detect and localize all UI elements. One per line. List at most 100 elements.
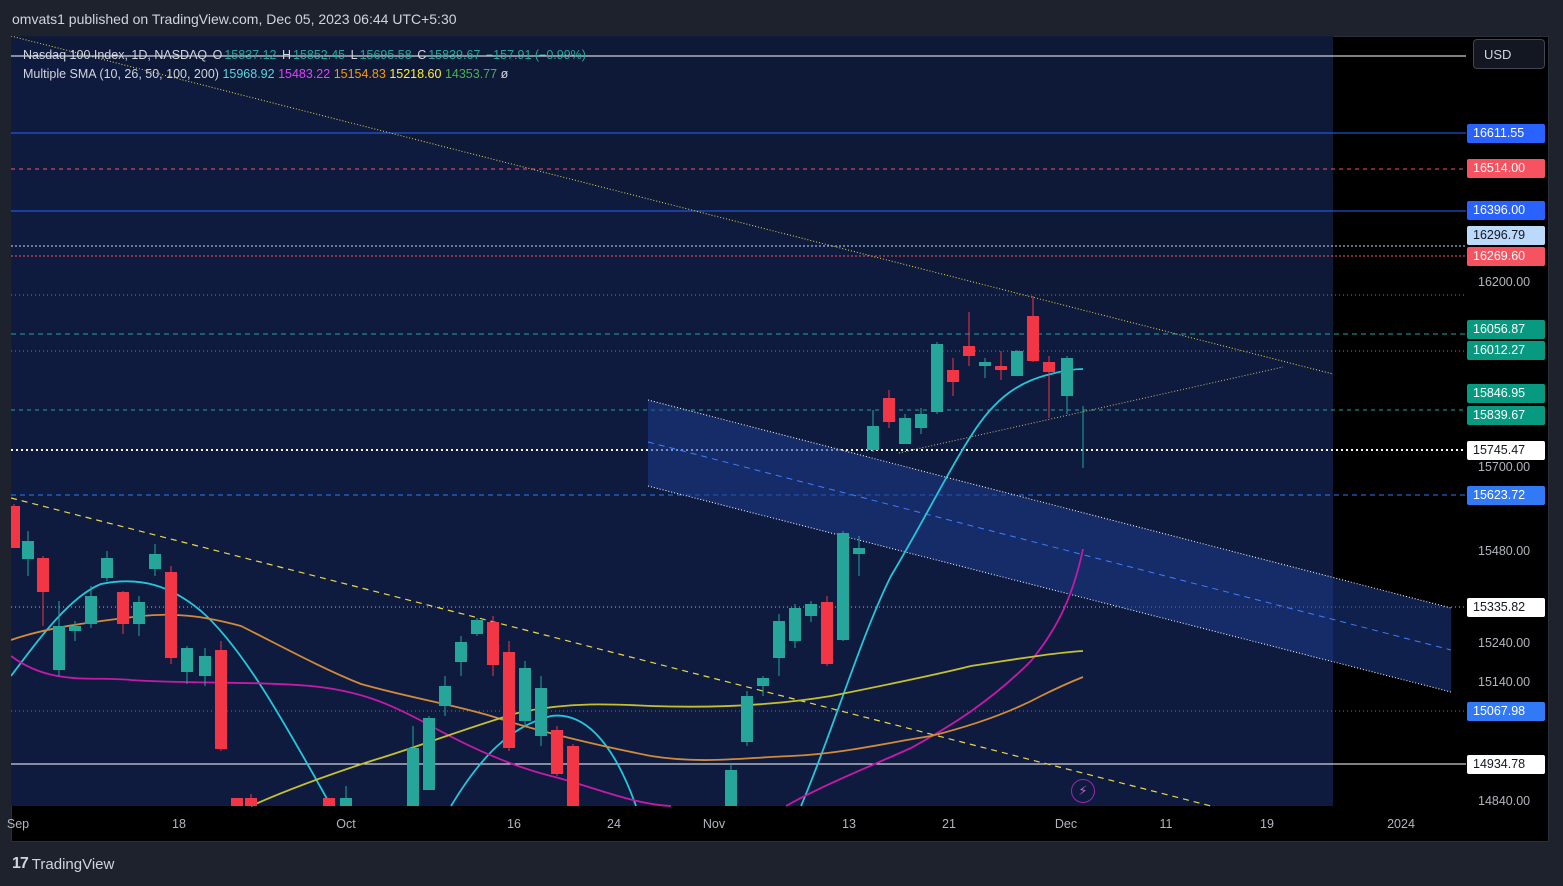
candle [567, 744, 579, 806]
time-tick: 13 [842, 817, 856, 831]
price-tag[interactable]: 16296.79 [1467, 226, 1545, 245]
candle-body [867, 426, 879, 450]
candle [837, 531, 849, 641]
candle-body [133, 602, 145, 624]
time-tick: 11 [1159, 817, 1173, 831]
price-tag[interactable]: 14934.78 [1467, 755, 1545, 774]
price-tag[interactable]: 16056.87 [1467, 320, 1545, 339]
publisher-text: omvats1 published on TradingView.com, De… [12, 11, 457, 27]
indicator-name[interactable]: Multiple SMA (10, 26, 50, 100, 200) [23, 67, 219, 81]
candle-body [487, 622, 499, 665]
candle [215, 641, 227, 751]
candle [741, 691, 753, 746]
time-tick: 16 [507, 817, 521, 831]
candle-body [423, 718, 435, 790]
price-tag[interactable]: 15067.98 [1467, 702, 1545, 721]
candle-body [519, 668, 531, 721]
candle [899, 414, 911, 444]
candle-body [22, 541, 34, 559]
sma-value-50: 15154.83 [333, 67, 386, 81]
candle [231, 798, 243, 806]
candle-body [773, 621, 785, 658]
candle-body [455, 642, 467, 662]
candle [423, 716, 435, 790]
candle-body [439, 686, 451, 706]
price-tag[interactable]: 16514.00 [1467, 159, 1545, 178]
time-tick: 2024 [1387, 817, 1415, 831]
candle-body [551, 730, 563, 774]
candle-body [963, 346, 975, 356]
time-tick: Nov [702, 817, 726, 831]
candle [503, 641, 515, 751]
candle-body [805, 604, 817, 616]
candle [821, 596, 833, 666]
price-tag[interactable]: 16012.27 [1467, 341, 1545, 360]
price-tick: 14840.00 [1478, 794, 1531, 808]
candle-body [181, 648, 193, 672]
price-tick: 15140.00 [1478, 675, 1531, 689]
candle [471, 618, 483, 636]
price-tag[interactable]: 15335.82 [1467, 598, 1545, 617]
low-value: 15695.58 [359, 48, 412, 62]
candle-body [340, 798, 352, 806]
candle-body [931, 344, 943, 412]
currency-button[interactable]: USD [1473, 39, 1545, 69]
candle-body [323, 798, 335, 806]
candle-body [1027, 316, 1039, 361]
price-tag[interactable]: 15839.67 [1467, 406, 1545, 425]
candle-body [471, 620, 483, 634]
candle-body [1011, 351, 1023, 376]
candle-body [899, 418, 911, 444]
price-tag[interactable]: 15623.72 [1467, 486, 1545, 505]
candle-body [199, 656, 211, 676]
symbol-title[interactable]: Nasdaq 100 Index, 1D, NASDAQ [23, 48, 207, 62]
brand-name: TradingView [31, 855, 115, 873]
time-tick: Dec [1054, 817, 1078, 831]
sma-value-100: 15218.60 [389, 67, 442, 81]
low-label: L [350, 48, 358, 62]
candle-body [837, 533, 849, 640]
chart-legend: Nasdaq 100 Index, 1D, NASDAQ O 15837.12 H… [23, 46, 588, 84]
sma-value-200: 14353.77 [444, 67, 498, 81]
price-tag[interactable]: 16396.00 [1467, 201, 1545, 220]
price-tick: 16200.00 [1478, 275, 1531, 289]
candle-body [915, 414, 927, 428]
candle-body [853, 548, 865, 554]
lightning-icon[interactable]: ⚡ [1071, 779, 1095, 803]
visibility-icon[interactable]: ø [501, 67, 509, 81]
candle-body [11, 506, 20, 548]
price-tag[interactable]: 16611.55 [1467, 124, 1545, 143]
candle [725, 764, 737, 806]
tradingview-logo-icon: 17 [12, 855, 29, 872]
price-tick: 15240.00 [1478, 636, 1531, 650]
price-tag[interactable]: 15846.95 [1467, 384, 1545, 403]
time-tick: 19 [1260, 817, 1274, 831]
open-value: 15837.12 [224, 48, 277, 62]
sma-value-10: 15968.92 [222, 67, 275, 81]
candle-body [725, 770, 737, 806]
candle-body [789, 608, 801, 641]
candle-body [53, 626, 65, 670]
candle [551, 726, 563, 776]
candle [931, 342, 943, 414]
footer-bar: 17 TradingView [0, 846, 1563, 886]
price-tag[interactable]: 15745.47 [1467, 441, 1545, 460]
candle-body [85, 596, 97, 624]
close-value: 15839.67 [428, 48, 481, 62]
close-label: C [417, 48, 427, 62]
candle-body [1043, 362, 1055, 372]
candle-body [407, 748, 419, 806]
candle-body [567, 746, 579, 806]
candle-body [757, 678, 769, 686]
tradingview-brand[interactable]: 17 TradingView [12, 855, 114, 873]
candle-body [117, 592, 129, 624]
time-tick: Sep [6, 817, 30, 831]
time-tick: 18 [172, 817, 186, 831]
candle-body [245, 798, 257, 806]
price-tag[interactable]: 16269.60 [1467, 247, 1545, 266]
high-value: 15852.45 [293, 48, 346, 62]
candle-body [231, 798, 243, 806]
sma-value-26: 15483.22 [278, 67, 331, 81]
chart-plot[interactable] [11, 36, 1549, 842]
candle-body [1061, 358, 1073, 396]
